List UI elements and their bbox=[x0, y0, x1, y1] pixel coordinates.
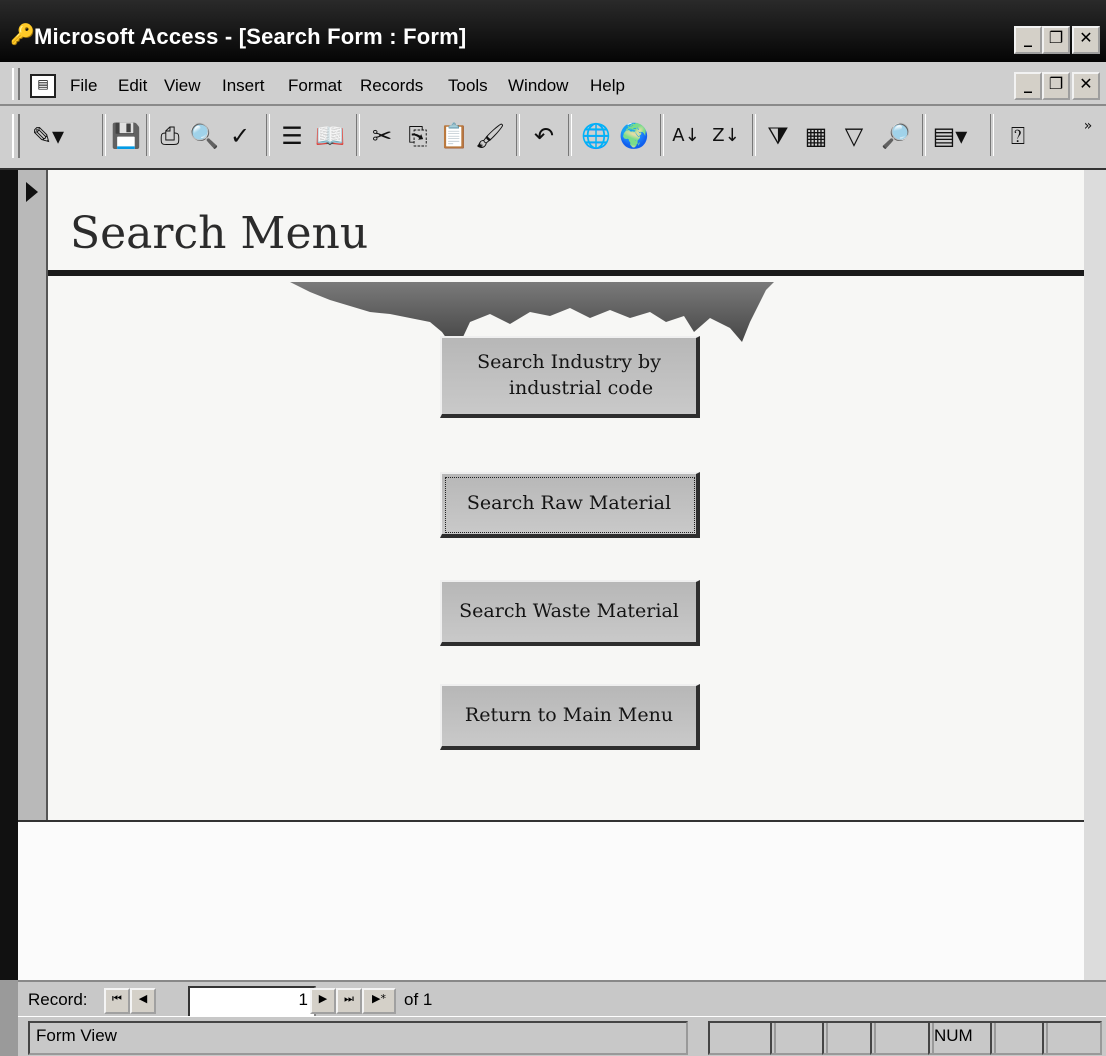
brush-icon[interactable]: 🖌 bbox=[472, 118, 508, 154]
record-label: Record: bbox=[28, 990, 88, 1009]
minimize-icon[interactable]: _ bbox=[1014, 26, 1042, 54]
doc-minimize-icon[interactable]: _ bbox=[1014, 72, 1042, 100]
spelling-icon[interactable]: ✓ bbox=[222, 118, 258, 154]
next-record-icon[interactable]: ▶ bbox=[310, 988, 336, 1014]
search-raw-material-button[interactable]: Search Raw Material bbox=[440, 472, 700, 538]
title-divider bbox=[48, 270, 1084, 276]
record-count: of 1 bbox=[404, 990, 433, 1009]
form-doc-icon[interactable]: ▤ bbox=[30, 74, 56, 98]
toolbar: ✎▾ 💾 ⎙ 🔍 ✓ ☰ 📖 ✂ ⎘ 📋 🖌 ↶ 🌐 🌍 A↓ Z↓ ⧩ ▦ ▽… bbox=[0, 106, 1106, 170]
filter-by-selection-icon[interactable]: ⧩ bbox=[760, 118, 796, 154]
sort-descending-icon[interactable]: Z↓ bbox=[708, 118, 744, 154]
sort-ascending-icon[interactable]: A↓ bbox=[668, 118, 704, 154]
search-industry-label-line1: Search Industry by bbox=[477, 351, 661, 374]
web-icon[interactable]: 🌍 bbox=[616, 118, 652, 154]
save-icon[interactable]: 💾 bbox=[108, 118, 144, 154]
filter-by-form-icon[interactable]: ▦ bbox=[798, 118, 834, 154]
format-painter-icon[interactable]: ☰ bbox=[274, 118, 310, 154]
status-panel bbox=[990, 1021, 1048, 1055]
previous-record-icon[interactable]: ◀ bbox=[130, 988, 156, 1014]
status-panel bbox=[708, 1021, 776, 1055]
first-record-icon[interactable]: ⏮ bbox=[104, 988, 130, 1014]
num-lock-indicator: NUM bbox=[928, 1021, 996, 1055]
menu-bar: ▤ File Edit View Insert Format Records T… bbox=[0, 62, 1106, 106]
find-icon[interactable]: 🔎 bbox=[878, 118, 914, 154]
menu-file[interactable]: File bbox=[70, 76, 97, 96]
search-raw-material-label: Search Raw Material bbox=[466, 492, 672, 515]
menubar-grip[interactable] bbox=[12, 68, 20, 100]
window-title: Microsoft Access - [Search Form : Form] bbox=[34, 24, 467, 49]
menu-help[interactable]: Help bbox=[590, 76, 625, 96]
record-number-input[interactable]: 1 bbox=[188, 986, 316, 1018]
doc-restore-icon[interactable]: ❐ bbox=[1042, 72, 1070, 100]
return-main-menu-button[interactable]: Return to Main Menu bbox=[440, 684, 700, 750]
status-panel bbox=[770, 1021, 828, 1055]
doc-close-icon[interactable]: ✕ bbox=[1072, 72, 1100, 100]
paste-icon[interactable]: 📋 bbox=[436, 118, 472, 154]
help-icon[interactable]: ⍰ bbox=[1000, 118, 1036, 154]
print-icon[interactable]: ⎙ bbox=[152, 118, 188, 154]
menu-tools[interactable]: Tools bbox=[448, 76, 488, 96]
menu-format[interactable]: Format bbox=[288, 76, 342, 96]
window-right-edge bbox=[1084, 170, 1106, 980]
toolbar-grip[interactable] bbox=[12, 114, 20, 158]
status-text: Form View bbox=[28, 1021, 688, 1055]
key-icon: 🔑 bbox=[10, 24, 35, 46]
undo-icon[interactable]: ↶ bbox=[526, 118, 562, 154]
print-preview-icon[interactable]: 🔍 bbox=[186, 118, 222, 154]
view-icon[interactable]: ✎▾ bbox=[30, 118, 66, 154]
menu-window[interactable]: Window bbox=[508, 76, 568, 96]
properties-icon[interactable]: 📖 bbox=[312, 118, 348, 154]
status-panel bbox=[870, 1021, 934, 1055]
copy-icon[interactable]: ⎘ bbox=[400, 118, 436, 154]
menu-view[interactable]: View bbox=[164, 76, 201, 96]
status-bar: Form View NUM bbox=[18, 1016, 1106, 1056]
new-object-icon[interactable]: ▤▾ bbox=[932, 118, 968, 154]
record-navigation-bar: Record: ⏮ ◀ 1 ▶ ⏭ ▶* of 1 bbox=[18, 980, 1106, 1018]
form-detail: Search Menu Search Industry by industria… bbox=[48, 170, 1084, 820]
search-waste-material-label: Search Waste Material bbox=[459, 600, 679, 623]
menu-records[interactable]: Records bbox=[360, 76, 423, 96]
apply-filter-icon[interactable]: ▽ bbox=[836, 118, 872, 154]
close-icon[interactable]: ✕ bbox=[1072, 26, 1100, 54]
toolbar-overflow-icon[interactable]: » bbox=[1070, 108, 1106, 144]
search-waste-material-button[interactable]: Search Waste Material bbox=[440, 580, 700, 646]
new-record-icon[interactable]: ▶* bbox=[362, 988, 396, 1014]
window-left-edge bbox=[0, 170, 18, 980]
hyperlink-icon[interactable]: 🌐 bbox=[578, 118, 614, 154]
status-panel bbox=[822, 1021, 876, 1055]
last-record-icon[interactable]: ⏭ bbox=[336, 988, 362, 1014]
form-footer-area bbox=[18, 820, 1084, 980]
page-title: Search Menu bbox=[70, 208, 369, 259]
search-industry-button[interactable]: Search Industry by industrial code bbox=[440, 336, 700, 418]
title-bar: 🔑 Microsoft Access - [Search Form : Form… bbox=[0, 0, 1106, 62]
status-panel bbox=[1042, 1021, 1102, 1055]
menu-insert[interactable]: Insert bbox=[222, 76, 265, 96]
cut-icon[interactable]: ✂ bbox=[364, 118, 400, 154]
restore-icon[interactable]: ❐ bbox=[1042, 26, 1070, 54]
record-selector[interactable] bbox=[18, 170, 48, 820]
menu-edit[interactable]: Edit bbox=[118, 76, 147, 96]
search-industry-label-line2: industrial code bbox=[508, 377, 654, 399]
return-main-menu-label: Return to Main Menu bbox=[464, 704, 674, 727]
